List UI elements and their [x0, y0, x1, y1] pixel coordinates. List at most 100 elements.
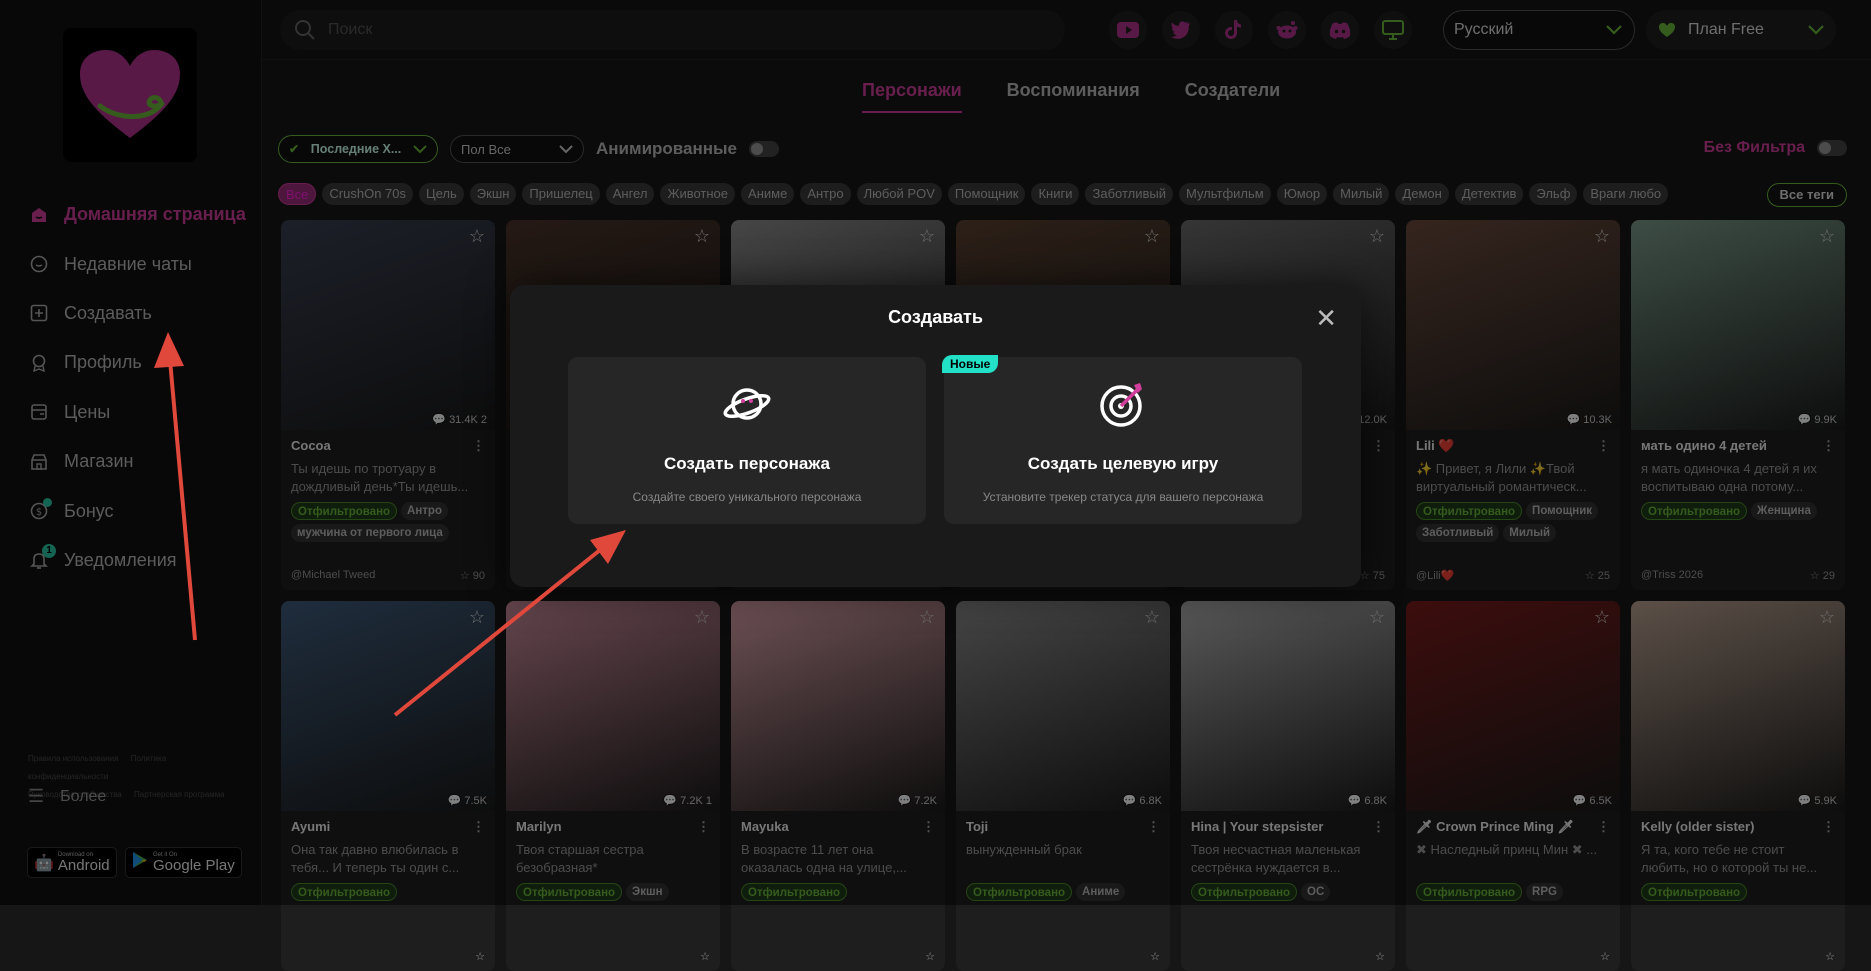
character-card[interactable]: ☆ 💬 9.9K мать одино 4 детей ⋮ я мать один… — [1631, 220, 1845, 590]
favorite-star-icon[interactable]: ☆ — [692, 226, 712, 246]
twitter-icon[interactable] — [1162, 11, 1200, 49]
card-name: Marilyn — [516, 819, 562, 834]
more-vertical-icon[interactable]: ⋮ — [1372, 438, 1385, 454]
tag-chip[interactable]: Ангел — [605, 183, 655, 205]
sidebar-item-label: Недавние чаты — [64, 253, 192, 274]
tag-chip[interactable]: Пришелец — [522, 183, 600, 205]
tag-chip[interactable]: Антро — [800, 183, 851, 205]
character-card[interactable]: ☆ 💬 6.8K Hina | Your stepsister ⋮ Твоя не… — [1181, 601, 1395, 971]
tag-chip[interactable]: Детектив — [1454, 183, 1524, 205]
more-vertical-icon[interactable]: ⋮ — [1822, 438, 1835, 454]
tiktok-icon[interactable] — [1215, 11, 1253, 49]
tag-chip[interactable]: Любой POV — [856, 183, 942, 205]
no-filter-toggle[interactable] — [1817, 140, 1847, 156]
character-card[interactable]: ☆ 💬 6.8K Toji ⋮ вынужденный брак Отфильтр… — [956, 601, 1170, 971]
logo[interactable] — [63, 28, 197, 162]
character-card[interactable]: ☆ 💬 31.4K 2 Cocoa ⋮ Ты идешь по тротуару … — [281, 220, 495, 590]
google-play-button[interactable]: Get it On Google Play — [125, 847, 242, 878]
gender-dropdown[interactable]: Пол Все — [450, 135, 584, 163]
tag-chip[interactable]: Животное — [660, 183, 736, 205]
tag-chip[interactable]: Аниме — [741, 183, 795, 205]
tag-chip[interactable]: Эльф — [1529, 183, 1578, 205]
reddit-icon[interactable] — [1268, 11, 1306, 49]
favorite-star-icon[interactable]: ☆ — [692, 607, 712, 627]
more-vertical-icon[interactable]: ⋮ — [1597, 438, 1610, 454]
legal-link-terms[interactable]: Правила использования — [28, 754, 118, 763]
more-vertical-icon[interactable]: ⋮ — [697, 819, 710, 835]
favorite-star-icon[interactable]: ☆ — [1367, 607, 1387, 627]
character-card[interactable]: ☆ 💬 6.5K 🗡 Crown Prince Ming 🗡 ⋮ ✖ Наслед… — [1406, 601, 1620, 971]
tag-chip[interactable]: Милый — [1333, 183, 1390, 205]
create-character-desc: Создайте своего уникального персонажа — [632, 490, 862, 504]
favorite-star-icon[interactable]: ☆ — [1367, 226, 1387, 246]
favorite-star-icon[interactable]: ☆ — [467, 226, 487, 246]
language-select[interactable]: Русский — [1443, 10, 1635, 50]
more-vertical-icon[interactable]: ⋮ — [472, 438, 485, 454]
all-tags-button[interactable]: Все теги — [1766, 183, 1847, 207]
tab-characters[interactable]: Персонажи — [862, 80, 962, 113]
favorite-star-icon[interactable]: ☆ — [467, 607, 487, 627]
more-vertical-icon[interactable]: ⋮ — [1597, 819, 1610, 835]
sidebar-item-home[interactable]: Домашняя страница — [28, 190, 246, 239]
youtube-icon[interactable] — [1109, 11, 1147, 49]
sidebar-item-pricing[interactable]: Цены — [28, 388, 246, 437]
home-icon — [28, 204, 50, 226]
more-menu[interactable]: ☰ Более — [28, 786, 106, 807]
tab-creators[interactable]: Создатели — [1185, 80, 1280, 113]
card-author[interactable]: @Michael Tweed — [291, 569, 375, 582]
sidebar-item-label: Бонус — [64, 500, 114, 521]
more-vertical-icon[interactable]: ⋮ — [1372, 819, 1385, 835]
sidebar-item-notifications[interactable]: 1 Уведомления — [28, 536, 246, 585]
more-vertical-icon[interactable]: ⋮ — [1822, 819, 1835, 835]
tag-chip[interactable]: Заботливый — [1085, 183, 1173, 205]
tag-chip[interactable]: Демон — [1395, 183, 1449, 205]
sidebar-item-profile[interactable]: Профиль — [28, 338, 246, 387]
desktop-icon[interactable] — [1374, 11, 1412, 49]
favorite-star-icon[interactable]: ☆ — [917, 226, 937, 246]
more-vertical-icon[interactable]: ⋮ — [472, 819, 485, 835]
tag-chip[interactable]: Книги — [1031, 183, 1080, 205]
card-author[interactable]: @Lili❤️ — [1416, 569, 1454, 582]
tag-chip[interactable]: Юмор — [1276, 183, 1328, 205]
tag-chip[interactable]: Экшн — [469, 183, 517, 205]
tag-chip[interactable]: Враги любо — [1583, 183, 1669, 205]
tag-chip[interactable]: Помощник — [947, 183, 1026, 205]
tag-chip[interactable]: Мультфильм — [1178, 183, 1271, 205]
android-download-button[interactable]: 🤖 Download on Android — [27, 847, 117, 878]
tag-chip[interactable]: Цель — [419, 183, 464, 205]
sidebar-item-bonus[interactable]: $ Бонус — [28, 486, 246, 535]
character-card[interactable]: ☆ 💬 10.3K Lili ❤️ ⋮ ✨ Привет, я Лили ✨Тво… — [1406, 220, 1620, 590]
discord-icon[interactable] — [1321, 11, 1359, 49]
favorite-star-icon[interactable]: ☆ — [1592, 607, 1612, 627]
favorite-star-icon[interactable]: ☆ — [1817, 607, 1837, 627]
character-card[interactable]: ☆ 💬 7.2K 1 Marilyn ⋮ Твоя старшая сестра … — [506, 601, 720, 971]
tag-chip[interactable]: CrushOn 70s — [322, 183, 413, 205]
create-character-option[interactable]: Создать персонажа Создайте своего уникал… — [568, 357, 926, 524]
sidebar-item-create[interactable]: Создавать — [28, 289, 246, 338]
tab-memories[interactable]: Воспоминания — [1007, 80, 1140, 113]
plan-dropdown[interactable]: План Free — [1646, 10, 1836, 50]
card-stats: 💬 6.5K — [1572, 795, 1612, 807]
favorite-star-icon[interactable]: ☆ — [1142, 607, 1162, 627]
card-image: ☆ 💬 31.4K 2 — [281, 220, 495, 430]
favorite-star-icon[interactable]: ☆ — [1817, 226, 1837, 246]
more-vertical-icon[interactable]: ⋮ — [1147, 819, 1160, 835]
character-card[interactable]: ☆ 💬 7.2K Mayuka ⋮ В возрасте 11 лет она о… — [731, 601, 945, 971]
animated-toggle[interactable] — [748, 141, 779, 157]
create-goal-game-option[interactable]: Новые Создать целевую игру Установите тр… — [942, 355, 1302, 524]
sidebar-item-recent-chats[interactable]: Недавние чаты — [28, 239, 246, 288]
favorite-star-icon[interactable]: ☆ — [917, 607, 937, 627]
character-card[interactable]: ☆ 💬 7.5K Ayumi ⋮ Она так давно влюбилась … — [281, 601, 495, 971]
search-input[interactable]: Поиск — [280, 10, 1065, 50]
tag-chip[interactable]: Все — [278, 183, 317, 205]
character-card[interactable]: ☆ 💬 5.9K Kelly (older sister) ⋮ Я та, ког… — [1631, 601, 1845, 971]
legal-link-affiliate[interactable]: Партнерская программа — [134, 790, 225, 799]
favorite-star-icon[interactable]: ☆ — [1142, 226, 1162, 246]
sort-dropdown[interactable]: ✔ Последние Х... — [278, 135, 438, 163]
more-vertical-icon[interactable]: ⋮ — [922, 819, 935, 835]
card-tags: Отфильтровано Антро мужчина от первого лиц… — [281, 498, 495, 542]
card-author[interactable]: @Triss 2026 — [1641, 569, 1703, 582]
favorite-star-icon[interactable]: ☆ — [1592, 226, 1612, 246]
close-icon[interactable]: ✕ — [1315, 305, 1337, 331]
sidebar-item-store[interactable]: Магазин — [28, 437, 246, 486]
